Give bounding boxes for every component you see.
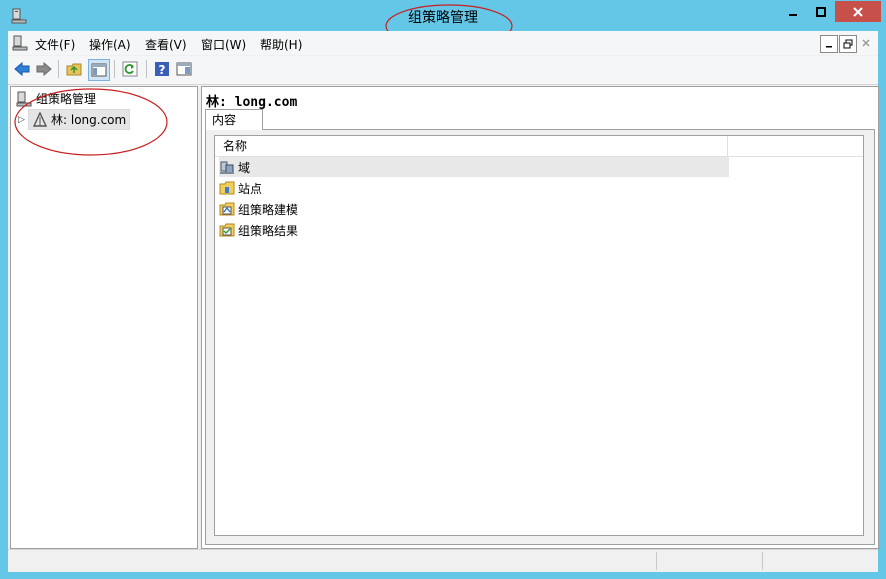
client-area: 文件(F) 操作(A) 查看(V) 窗口(W) 帮助(H) ? 组策略管理 ▷ … [8,31,879,572]
gp-results-icon [219,222,235,238]
help-icon[interactable]: ? [152,59,172,79]
forward-arrow-icon[interactable] [34,59,54,79]
up-folder-icon[interactable] [64,59,84,79]
status-segment [762,552,871,570]
toolbar-separator [146,60,147,78]
menu-view[interactable]: 查看(V) [145,36,187,53]
mdi-close-icon[interactable] [858,35,874,51]
list-item-domains[interactable]: 域 [219,157,729,177]
menu-help[interactable]: 帮助(H) [260,36,302,53]
svg-text:?: ? [159,63,166,77]
back-arrow-icon[interactable] [12,59,32,79]
mdi-restore-button[interactable] [839,35,857,53]
list-item-sites[interactable]: 站点 [219,178,262,198]
domain-icon [219,159,235,175]
details-title: 林: long.com [206,95,298,110]
contents-list[interactable]: 名称 域 站点 组策略建模 组策略结果 [214,135,864,536]
annotation-ring-tree [14,88,168,156]
toolbar: ? [8,56,878,85]
toolbar-separator [58,60,59,78]
list-header: 名称 [215,136,863,157]
status-segment [656,552,763,570]
list-item-gp-results[interactable]: 组策略结果 [219,220,298,240]
title-bar[interactable]: 组策略管理 [0,0,886,48]
menu-window[interactable]: 窗口(W) [201,36,246,53]
mdi-minimize-button[interactable] [820,35,838,53]
sites-folder-icon [219,180,235,196]
list-item-gp-modeling[interactable]: 组策略建模 [219,199,298,219]
tab-contents[interactable]: 内容 [205,109,263,130]
show-hide-console-tree-icon[interactable] [88,59,110,81]
app-window: 组策略管理 文件(F) 操作(A) 查看(V) 窗口(W) 帮助(H) ? 组策… [0,0,886,579]
system-menu-icon[interactable] [12,35,28,51]
gp-modeling-icon [219,201,235,217]
list-item-label: 组策略建模 [238,202,299,217]
action-pane-icon[interactable] [174,59,194,79]
maximize-button[interactable] [807,1,834,22]
list-item-label: 站点 [238,181,263,196]
column-header-name[interactable]: 名称 [215,136,728,156]
status-bar [8,549,878,572]
console-tree-pane[interactable]: 组策略管理 ▷ 林: long.com [10,86,198,549]
minimize-button[interactable] [779,1,806,22]
tab-content-area: 名称 域 站点 组策略建模 组策略结果 [205,129,875,545]
refresh-icon[interactable] [120,59,140,79]
close-button[interactable] [835,1,881,22]
list-item-label: 域 [238,160,251,175]
menu-action[interactable]: 操作(A) [89,36,131,53]
toolbar-separator [114,60,115,78]
list-item-label: 组策略结果 [238,223,299,238]
menu-bar: 文件(F) 操作(A) 查看(V) 窗口(W) 帮助(H) [8,31,878,55]
menu-file[interactable]: 文件(F) [35,36,75,53]
details-pane: 林: long.com 内容 名称 域 站点 组策略建模 组策略结果 [201,86,879,549]
